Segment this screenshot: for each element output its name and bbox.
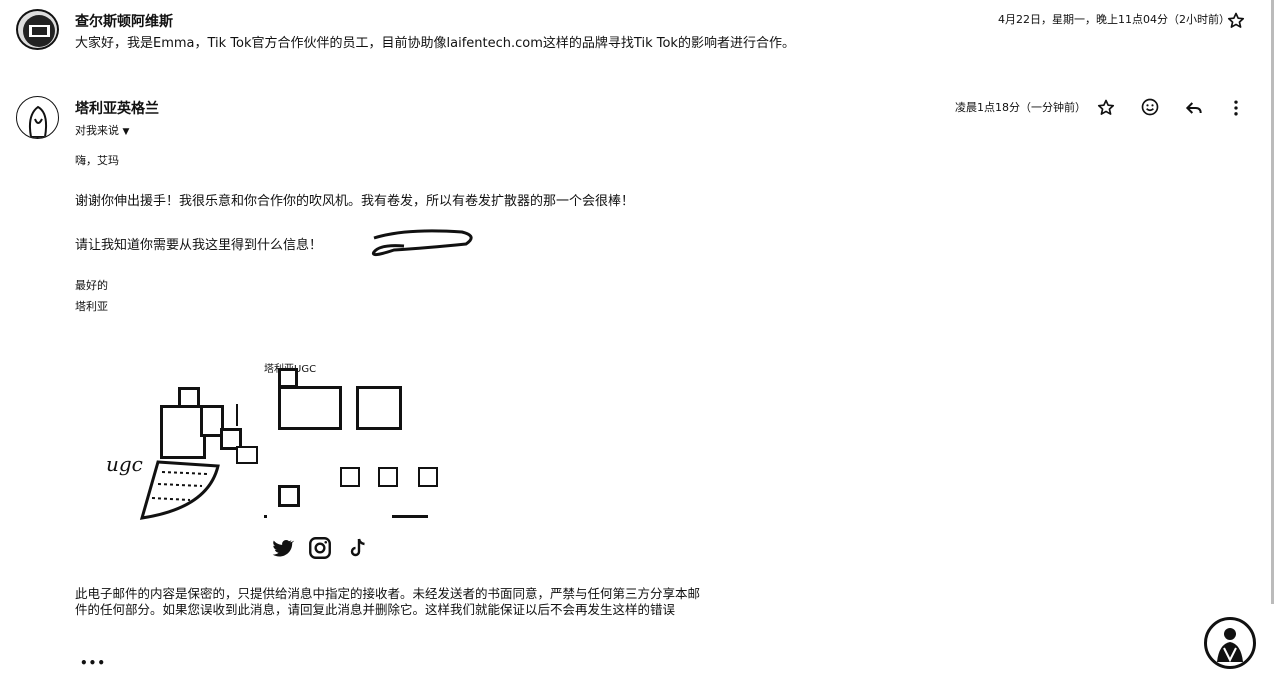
logo-block [278, 386, 342, 430]
signature-name: 塔利亚 [75, 300, 108, 313]
sender-avatar-charleston[interactable] [16, 9, 59, 50]
logo-block [418, 467, 438, 487]
tiktok-icon [350, 538, 365, 557]
more-vert-icon [1234, 100, 1238, 116]
to-me-label: 对我来说 [75, 124, 119, 137]
message-date: 凌晨1点18分（一分钟前） [955, 101, 1086, 114]
to-me-dropdown[interactable]: 对我来说 ▼ [75, 122, 129, 138]
instagram-link[interactable] [307, 535, 333, 561]
floating-assistant-avatar[interactable] [1204, 617, 1256, 669]
star-icon [1097, 99, 1115, 115]
body-paragraph: 谢谢你伸出援手！我很乐意和你合作你的吹风机。我有卷发，所以有卷发扩散器的那一个会… [75, 194, 635, 209]
logo-block [340, 467, 360, 487]
logo-ugc-text: ugc [106, 452, 143, 476]
message-date: 4月22日，星期一，晚上11点04分（2小时前） [998, 13, 1230, 26]
logo-block [278, 485, 300, 507]
instagram-icon [309, 537, 331, 559]
emoji-icon [1141, 98, 1159, 116]
add-reaction-button[interactable] [1136, 93, 1164, 121]
star-outline-icon [1227, 12, 1245, 28]
sender-avatar-talia[interactable] [16, 96, 59, 139]
tiktok-link[interactable] [345, 535, 371, 561]
twitter-icon [272, 540, 295, 557]
body-paragraph: 请让我知道你需要从我这里得到什么信息！ [75, 238, 323, 253]
greeting: 嗨，艾玛 [75, 154, 119, 167]
chevron-down-icon: ▼ [122, 127, 130, 137]
twitter-link[interactable] [269, 535, 295, 561]
scrollbar[interactable] [1271, 0, 1274, 604]
closing: 最好的 [75, 279, 108, 292]
assistant-avatar-icon [1217, 628, 1243, 663]
disclaimer-line: 件的任何部分。如果您误收到此消息，请回复此消息并删除它。这样我们就能保证以后不会… [75, 602, 676, 617]
sender-name[interactable]: 查尔斯顿阿维斯 [75, 11, 173, 31]
logo-fan-icon [139, 460, 220, 520]
logo-block [278, 368, 298, 388]
logo-line [392, 515, 428, 518]
logo-block [378, 467, 398, 487]
star-button[interactable] [1222, 7, 1250, 35]
logo-line [264, 515, 267, 518]
logo-block [236, 446, 258, 464]
show-trimmed-content-button[interactable]: ••• [80, 656, 106, 670]
star-button[interactable] [1092, 94, 1120, 122]
more-options-button[interactable] [1222, 94, 1250, 122]
logo-line [236, 404, 238, 426]
avatar-logo-icon [23, 15, 55, 47]
message-snippet: 大家好，我是Emma，Tik Tok官方合作伙伴的员工，目前协助像laifent… [75, 36, 795, 51]
reply-icon [1185, 102, 1202, 114]
reply-button[interactable] [1180, 94, 1208, 122]
redaction-mark [371, 229, 473, 257]
avatar-portrait-icon [28, 105, 48, 138]
logo-block [356, 386, 402, 430]
sender-name[interactable]: 塔利亚英格兰 [75, 98, 159, 118]
